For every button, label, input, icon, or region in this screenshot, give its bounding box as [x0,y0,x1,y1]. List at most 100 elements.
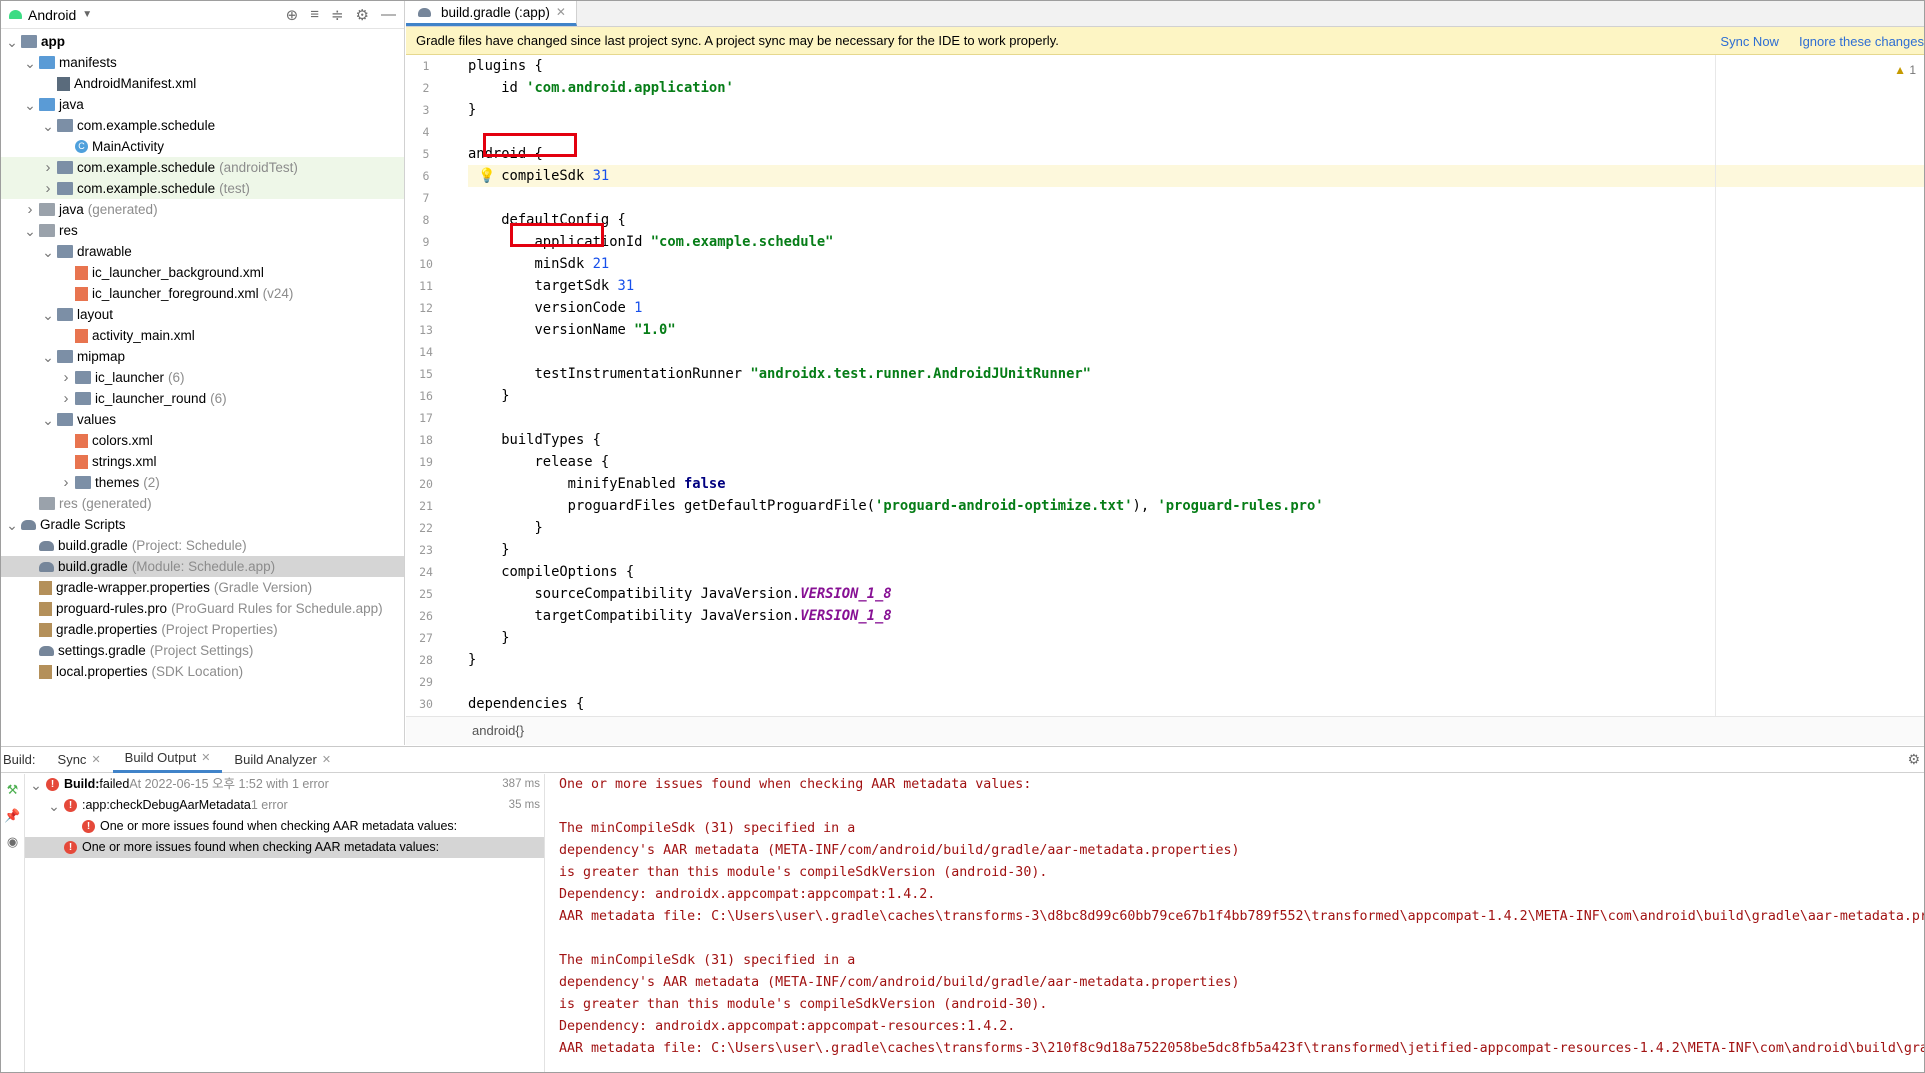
project-tree-item[interactable]: res (generated) [1,493,404,514]
chevron-down-icon[interactable]: ⌄ [41,119,55,133]
project-tree-item[interactable]: gradle-wrapper.properties (Gradle Versio… [1,577,404,598]
gear-icon[interactable]: ⚙ [356,6,369,24]
project-tree-item[interactable]: ⌄ app [1,31,404,52]
chevron-right-icon[interactable]: › [59,388,73,409]
project-tree-item[interactable]: ⌄ mipmap [1,346,404,367]
code-line[interactable]: versionName "1.0" [468,319,1924,341]
chevron-right-icon[interactable]: › [59,472,73,493]
chevron-down-icon[interactable]: ⌄ [5,518,19,532]
locate-file-icon[interactable]: ⊕ [286,6,299,24]
code-line[interactable] [468,121,1924,143]
project-tree-item[interactable]: ⌄ manifests [1,52,404,73]
chevron-down-icon[interactable]: ⌄ [23,224,37,238]
ignore-changes-link[interactable]: Ignore these changes [1799,34,1924,49]
code-line[interactable]: targetCompatibility JavaVersion.VERSION_… [468,605,1924,627]
code-line[interactable] [468,341,1924,363]
chevron-down-icon[interactable]: ⌄ [23,56,37,70]
project-tree-item[interactable]: › ic_launcher_round (6) [1,388,404,409]
project-tree-item[interactable]: local.properties (SDK Location) [1,661,404,682]
project-tree-item[interactable]: colors.xml [1,430,404,451]
project-tree-item[interactable]: ⌄ res [1,220,404,241]
code-line[interactable]: } [468,539,1924,561]
chevron-down-icon[interactable]: ⌄ [41,245,55,259]
code-line[interactable]: buildTypes { [468,429,1924,451]
code-line[interactable]: } [468,627,1924,649]
collapse-all-icon[interactable]: ≑ [331,6,344,24]
close-icon[interactable]: ✕ [322,747,331,773]
project-tree-item[interactable]: gradle.properties (Project Properties) [1,619,404,640]
eye-icon[interactable]: ◉ [7,834,18,850]
hammer-icon[interactable]: ⚒ [7,782,19,798]
project-tree-item[interactable]: ic_launcher_background.xml [1,262,404,283]
chevron-down-icon[interactable]: ⌄ [41,350,55,364]
chevron-down-icon[interactable]: ⌄ [41,413,55,427]
code-line[interactable]: proguardFiles getDefaultProguardFile('pr… [468,495,1924,517]
project-tree-item[interactable]: ⌄ values [1,409,404,430]
tab-build-gradle-app[interactable]: build.gradle (:app) ✕ [406,1,577,26]
code-line[interactable]: applicationId "com.example.schedule" [468,231,1924,253]
close-icon[interactable]: ✕ [556,5,566,19]
sync-now-link[interactable]: Sync Now [1720,34,1779,49]
project-tree-item[interactable]: ⌄ drawable [1,241,404,262]
chevron-down-icon[interactable]: ⌄ [47,799,61,813]
project-tree-item[interactable]: ic_launcher_foreground.xml (v24) [1,283,404,304]
project-tree-item[interactable]: build.gradle (Project: Schedule) [1,535,404,556]
code-line[interactable] [468,187,1924,209]
code-line[interactable]: } [468,517,1924,539]
chevron-down-icon[interactable]: ⌄ [29,778,43,792]
project-tree-item[interactable]: settings.gradle (Project Settings) [1,640,404,661]
project-tree-item[interactable]: ⌄ com.example.schedule [1,115,404,136]
build-console[interactable]: One or more issues found when checking A… [559,774,1924,1072]
chevron-down-icon[interactable]: ⌄ [5,35,19,49]
project-tree-item[interactable]: › ic_launcher (6) [1,367,404,388]
code-line[interactable]: } [468,649,1924,671]
build-tree-item[interactable]: ! One or more issues found when checking … [25,837,544,858]
code-line[interactable]: versionCode 1 [468,297,1924,319]
code-line[interactable]: release { [468,451,1924,473]
project-tree-item[interactable]: › com.example.schedule (test) [1,178,404,199]
tab-sync[interactable]: Sync ✕ [46,747,113,773]
hide-panel-icon[interactable]: — [381,6,396,24]
code-line[interactable]: sourceCompatibility JavaVersion.VERSION_… [468,583,1924,605]
code-line[interactable] [468,407,1924,429]
code-line[interactable]: id 'com.android.application' [468,77,1924,99]
pin-icon[interactable]: 📌 [4,808,20,824]
project-tree-item[interactable]: ⌄ layout [1,304,404,325]
tab-build-output[interactable]: Build Output ✕ [112,745,223,773]
project-tree-item[interactable]: ⌄ Gradle Scripts [1,514,404,535]
build-tree-item[interactable]: ⌄!:app:checkDebugAarMetadata 1 error 35 m… [25,795,544,816]
project-tree-item[interactable]: C MainActivity [1,136,404,157]
code-line[interactable]: compileSdk 31 [468,165,1924,187]
chevron-down-icon[interactable]: ⌄ [41,308,55,322]
project-tree-item[interactable]: AndroidManifest.xml [1,73,404,94]
code-line[interactable]: plugins { [468,55,1924,77]
project-tree-item[interactable]: proguard-rules.pro (ProGuard Rules for S… [1,598,404,619]
expand-all-icon[interactable]: ≡ [310,6,319,24]
code-line[interactable]: defaultConfig { [468,209,1924,231]
code-line[interactable]: compileOptions { [468,561,1924,583]
code-line[interactable]: android { [468,143,1924,165]
project-tree-item[interactable]: › java (generated) [1,199,404,220]
code-line[interactable]: } [468,385,1924,407]
chevron-down-icon[interactable]: ⌄ [23,98,37,112]
build-tree-item[interactable]: ⌄! Build: failed At 2022-06-15 오후 1:52 wi… [25,774,544,795]
warning-indicator[interactable]: ▲ 1 [1894,63,1916,77]
project-tree-item[interactable]: strings.xml [1,451,404,472]
close-icon[interactable]: ✕ [91,747,100,773]
tab-build-analyzer[interactable]: Build Analyzer ✕ [222,747,343,773]
chevron-right-icon[interactable]: › [59,367,73,388]
code-line[interactable]: minSdk 21 [468,253,1924,275]
close-icon[interactable]: ✕ [201,745,210,771]
chevron-right-icon[interactable]: › [41,157,55,178]
project-view-selector[interactable]: Android ▼ [9,7,92,23]
gear-icon[interactable]: ⚙ [1907,751,1920,768]
code-line[interactable]: minifyEnabled false [468,473,1924,495]
project-tree-item[interactable]: build.gradle (Module: Schedule.app) [1,556,404,577]
project-tree-item[interactable]: › themes (2) [1,472,404,493]
chevron-right-icon[interactable]: › [41,178,55,199]
project-tree-item[interactable]: activity_main.xml [1,325,404,346]
code-line[interactable]: targetSdk 31 [468,275,1924,297]
build-tree-item[interactable]: ! One or more issues found when checking … [25,816,544,837]
chevron-right-icon[interactable]: › [23,199,37,220]
code-lines[interactable]: plugins { id 'com.android.application'} a… [468,55,1924,715]
